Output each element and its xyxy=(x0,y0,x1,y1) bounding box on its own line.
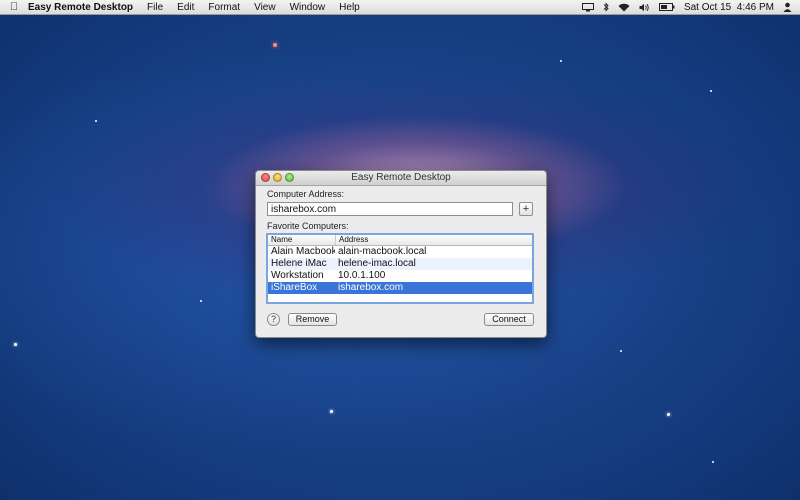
table-row[interactable]: Helene iMac helene-imac.local xyxy=(268,258,532,270)
volume-icon[interactable] xyxy=(639,3,650,12)
star xyxy=(667,413,670,416)
table-row[interactable]: Workstation 10.0.1.100 xyxy=(268,270,532,282)
window-title: Easy Remote Desktop xyxy=(351,172,451,183)
row-address: alain-macbook.local xyxy=(338,246,427,257)
star xyxy=(560,60,562,62)
menu-help[interactable]: Help xyxy=(339,2,360,13)
add-favorite-button[interactable]: + xyxy=(519,202,533,216)
row-name: Helene iMac xyxy=(271,258,327,269)
zoom-button[interactable] xyxy=(285,173,294,182)
menu-format[interactable]: Format xyxy=(208,2,240,13)
computer-address-input[interactable] xyxy=(267,202,513,216)
menu-view[interactable]: View xyxy=(254,2,276,13)
wifi-icon[interactable] xyxy=(618,3,630,12)
help-button[interactable]: ? xyxy=(267,313,280,326)
remove-button[interactable]: Remove xyxy=(288,313,337,326)
column-header-address[interactable]: Address xyxy=(336,235,532,245)
favorites-table[interactable]: Name Address Alain Macbook alain-macbook… xyxy=(266,233,534,304)
row-name: Workstation xyxy=(271,270,324,281)
battery-icon[interactable] xyxy=(658,3,675,11)
menu-file[interactable]: File xyxy=(147,2,163,13)
display-icon[interactable] xyxy=(581,2,594,12)
row-address: helene-imac.local xyxy=(338,258,416,269)
row-address: 10.0.1.100 xyxy=(338,270,386,281)
menu-app-name[interactable]: Easy Remote Desktop xyxy=(28,2,133,13)
star xyxy=(712,461,714,463)
table-row[interactable]: Alain Macbook alain-macbook.local xyxy=(268,246,532,258)
star xyxy=(95,120,97,122)
menu-clock[interactable]: Sat Oct 15 4:46 PM xyxy=(684,2,774,13)
menu-edit[interactable]: Edit xyxy=(177,2,194,13)
minimize-button[interactable] xyxy=(273,173,282,182)
row-name: Alain Macbook xyxy=(271,246,335,257)
row-name: iShareBox xyxy=(271,282,318,293)
user-icon[interactable] xyxy=(783,2,792,12)
star xyxy=(14,343,17,346)
star xyxy=(330,410,333,413)
table-row-selected[interactable]: iShareBox isharebox.com xyxy=(268,282,532,294)
computer-address-label: Computer Address: xyxy=(267,189,345,199)
menu-bar:  Easy Remote Desktop File Edit Format V… xyxy=(0,0,800,15)
star xyxy=(273,43,277,47)
star xyxy=(620,350,622,352)
table-header: Name Address xyxy=(268,235,532,246)
close-button[interactable] xyxy=(261,173,270,182)
favorite-computers-label: Favorite Computers: xyxy=(267,221,349,231)
row-address: isharebox.com xyxy=(338,282,404,293)
apple-icon[interactable]:  xyxy=(0,1,28,13)
star xyxy=(710,90,712,92)
window-titlebar[interactable]: Easy Remote Desktop xyxy=(256,171,546,186)
connect-button[interactable]: Connect xyxy=(484,313,534,326)
star xyxy=(200,300,202,302)
menu-window[interactable]: Window xyxy=(290,2,326,13)
bluetooth-icon[interactable] xyxy=(603,2,609,12)
column-header-name[interactable]: Name xyxy=(268,235,336,245)
easy-remote-desktop-window: Easy Remote Desktop Computer Address: + … xyxy=(255,170,547,338)
